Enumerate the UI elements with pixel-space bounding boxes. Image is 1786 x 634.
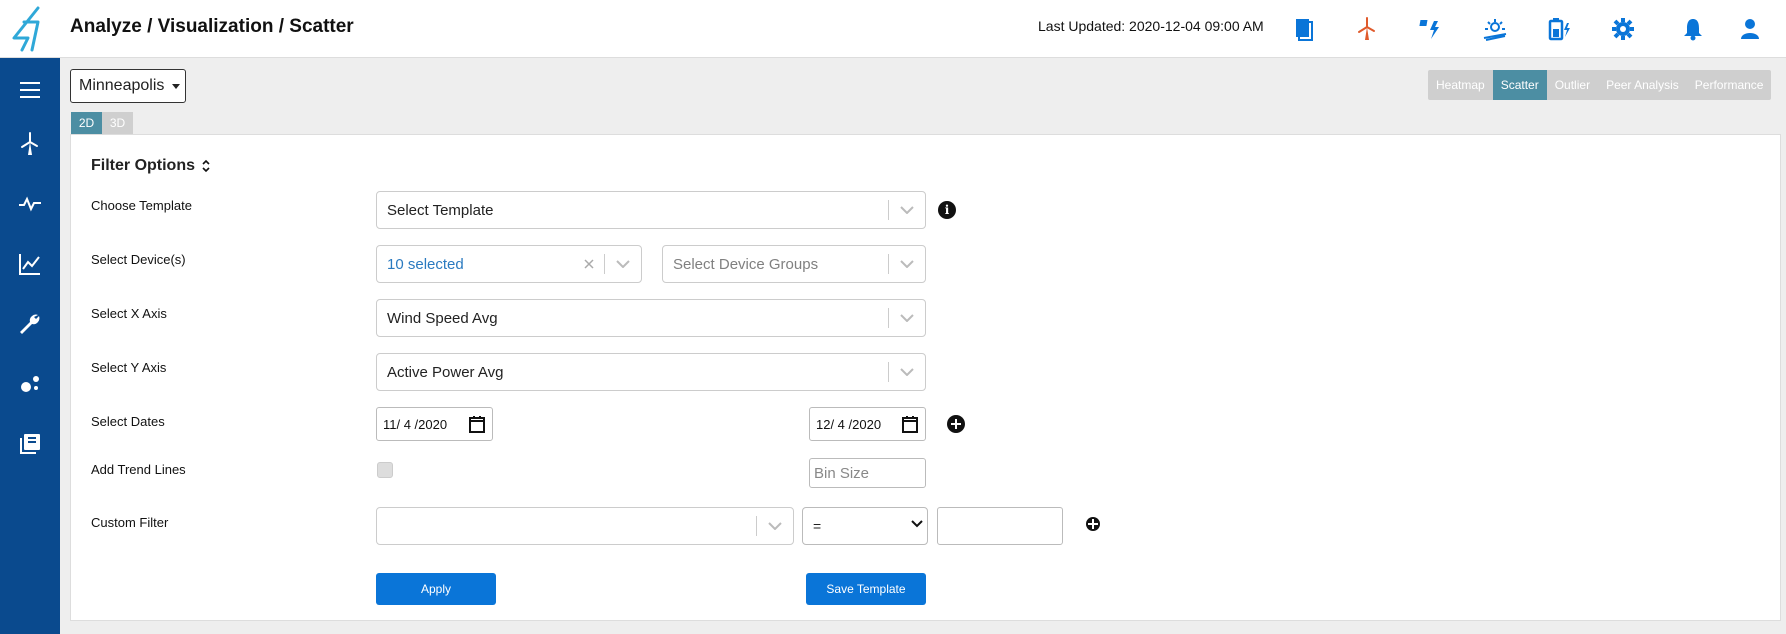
sidebar — [0, 58, 60, 634]
chevron-down-icon — [889, 192, 925, 228]
calendar-icon[interactable] — [468, 415, 486, 433]
view-tabs: Heatmap Scatter Outlier Peer Analysis Pe… — [1428, 70, 1772, 100]
start-date-input[interactable]: 11/ 4 /2020 — [376, 407, 493, 441]
choose-template-label: Choose Template — [91, 198, 192, 213]
trend-lines-checkbox[interactable] — [377, 462, 393, 478]
template-select[interactable]: Select Template — [376, 191, 926, 229]
battery-icon[interactable] — [1542, 12, 1576, 46]
device-groups-placeholder: Select Device Groups — [673, 255, 819, 273]
x-axis-select-value: Wind Speed Avg — [387, 309, 498, 327]
chevron-down-icon — [889, 246, 925, 282]
select-dates-label: Select Dates — [91, 414, 165, 429]
chevron-down-icon — [911, 520, 923, 528]
app-logo-icon[interactable] — [8, 4, 52, 54]
y-axis-select-value: Active Power Avg — [387, 363, 504, 381]
wrench-icon[interactable] — [12, 306, 48, 342]
start-date-value: 11/ 4 /2020 — [383, 416, 448, 432]
info-icon[interactable]: i — [938, 201, 956, 219]
wind-turbine-icon[interactable] — [12, 126, 48, 162]
notifications-icon[interactable] — [1676, 12, 1710, 46]
custom-filter-label: Custom Filter — [91, 515, 169, 530]
tab-2d[interactable]: 2D — [71, 112, 102, 134]
end-date-value: 12/ 4 /2020 — [816, 416, 882, 432]
tab-3d[interactable]: 3D — [102, 112, 133, 134]
select-y-axis-label: Select Y Axis — [91, 360, 167, 375]
filter-options-toggle[interactable]: Filter Options — [91, 157, 211, 175]
chevron-down-icon — [757, 508, 793, 544]
last-updated-text: Last Updated: 2020-12-04 09:00 AM — [1038, 18, 1264, 34]
apply-button[interactable]: Apply — [376, 573, 496, 605]
tab-peer-analysis[interactable]: Peer Analysis — [1598, 70, 1687, 100]
save-template-button[interactable]: Save Template — [806, 573, 926, 605]
x-axis-select[interactable]: Wind Speed Avg — [376, 299, 926, 337]
chevron-down-icon — [889, 354, 925, 390]
tab-heatmap[interactable]: Heatmap — [1428, 70, 1493, 100]
chevron-down-icon — [605, 246, 641, 282]
custom-filter-value-input[interactable] — [937, 507, 1063, 545]
select-devices-label: Select Device(s) — [91, 252, 186, 267]
library-icon[interactable] — [12, 426, 48, 462]
location-label: Minneapolis — [79, 77, 165, 94]
devices-select-value: 10 selected — [387, 255, 464, 273]
tab-outlier[interactable]: Outlier — [1547, 70, 1598, 100]
device-groups-select[interactable]: Select Device Groups — [662, 245, 926, 283]
wind-turbine-icon[interactable] — [1350, 12, 1384, 46]
clear-icon[interactable] — [574, 246, 604, 282]
chart-icon[interactable] — [12, 246, 48, 282]
collapse-chevron-icon — [202, 159, 210, 173]
menu-icon[interactable] — [12, 72, 48, 108]
location-dropdown[interactable]: Minneapolis — [70, 69, 186, 103]
solar-panel-icon[interactable] — [1478, 12, 1512, 46]
add-custom-filter-icon[interactable] — [1086, 517, 1100, 531]
user-icon[interactable] — [1733, 12, 1767, 46]
chevron-down-icon — [889, 300, 925, 336]
end-date-input[interactable]: 12/ 4 /2020 — [809, 407, 926, 441]
tab-scatter[interactable]: Scatter — [1492, 70, 1547, 100]
settings-icon[interactable] — [1606, 12, 1640, 46]
page-title: Analyze / Visualization / Scatter — [70, 16, 354, 37]
filter-panel: Filter Options Choose Template Select Te… — [70, 134, 1781, 621]
calendar-icon[interactable] — [901, 415, 919, 433]
activity-icon[interactable] — [12, 186, 48, 222]
operator-value: = — [813, 518, 822, 534]
custom-filter-field-select[interactable] — [376, 507, 794, 545]
add-date-range-icon[interactable] — [947, 415, 965, 433]
dimension-tabs: 2D 3D — [71, 112, 133, 134]
bin-size-input[interactable] — [809, 458, 926, 488]
add-trend-lines-label: Add Trend Lines — [91, 462, 186, 477]
top-header: Analyze / Visualization / Scatter Last U… — [0, 0, 1786, 58]
solar-storm-icon[interactable] — [1414, 12, 1448, 46]
y-axis-select[interactable]: Active Power Avg — [376, 353, 926, 391]
filter-options-title: Filter Options — [91, 157, 195, 174]
select-x-axis-label: Select X Axis — [91, 306, 167, 321]
scatter-icon[interactable] — [12, 366, 48, 402]
template-select-value: Select Template — [387, 201, 494, 219]
devices-select[interactable]: 10 selected — [376, 245, 642, 283]
operator-select[interactable]: = — [802, 507, 928, 545]
caret-down-icon — [172, 83, 181, 89]
reports-icon[interactable] — [1286, 12, 1320, 46]
tab-performance[interactable]: Performance — [1687, 70, 1772, 100]
